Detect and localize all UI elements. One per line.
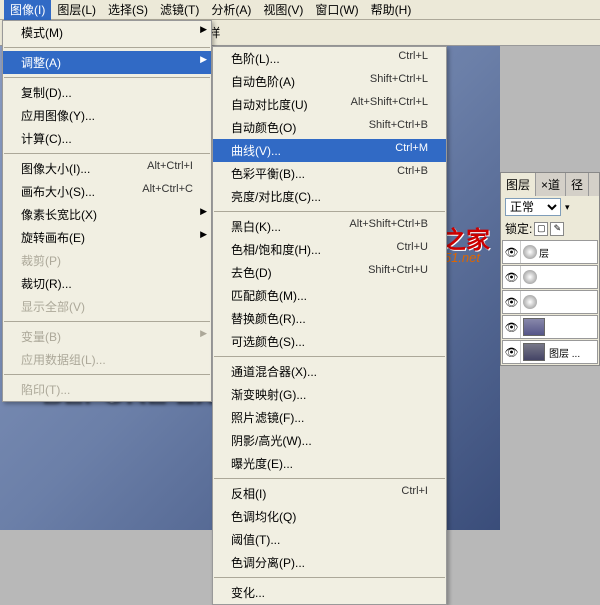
tab-channels[interactable]: ×道: [536, 173, 566, 196]
menu-window[interactable]: 窗口(W): [309, 0, 364, 20]
lock-paint-icon[interactable]: ✎: [550, 222, 564, 236]
image-menu-dropdown: 模式(M)▶ 调整(A)▶ 复制(D)... 应用图像(Y)... 计算(C).…: [2, 20, 212, 402]
menu-shadow-highlight[interactable]: 阴影/高光(W)...: [213, 429, 446, 452]
menu-desaturate[interactable]: 去色(D)Shift+Ctrl+U: [213, 261, 446, 284]
layer-name: 层: [537, 245, 549, 260]
menu-adjustments[interactable]: 调整(A)▶: [3, 51, 211, 74]
blend-mode-select[interactable]: 正常: [505, 198, 561, 216]
visibility-eye-icon[interactable]: 👁: [503, 341, 521, 363]
menu-variables: 变量(B)▶: [3, 325, 211, 348]
visibility-eye-icon[interactable]: 👁: [503, 291, 521, 313]
layer-entry-4[interactable]: 👁: [502, 315, 598, 339]
layer-name-bg: 图层 ...: [547, 345, 580, 360]
menu-apply-image[interactable]: 应用图像(Y)...: [3, 104, 211, 127]
visibility-eye-icon[interactable]: 👁: [503, 266, 521, 288]
menu-rotate-canvas[interactable]: 旋转画布(E)▶: [3, 226, 211, 249]
menu-crop: 裁剪(P): [3, 249, 211, 272]
menu-calculations[interactable]: 计算(C)...: [3, 127, 211, 150]
menu-auto-contrast[interactable]: 自动对比度(U)Alt+Shift+Ctrl+L: [213, 93, 446, 116]
adjustment-layer-icon: [523, 295, 537, 309]
menu-exposure[interactable]: 曝光度(E)...: [213, 452, 446, 475]
menu-auto-levels[interactable]: 自动色阶(A)Shift+Ctrl+L: [213, 70, 446, 93]
menu-brightness-contrast[interactable]: 亮度/对比度(C)...: [213, 185, 446, 208]
lock-transparency-icon[interactable]: ▢: [534, 222, 548, 236]
adjustments-submenu: 色阶(L)...Ctrl+L 自动色阶(A)Shift+Ctrl+L 自动对比度…: [212, 46, 447, 605]
menu-trim[interactable]: 裁切(R)...: [3, 272, 211, 295]
layer-entry-2[interactable]: 👁: [502, 265, 598, 289]
menu-photo-filter[interactable]: 照片滤镜(F)...: [213, 406, 446, 429]
menu-selective-color[interactable]: 可选颜色(S)...: [213, 330, 446, 353]
menu-help[interactable]: 帮助(H): [365, 0, 418, 20]
menu-apply-dataset: 应用数据组(L)...: [3, 348, 211, 371]
menu-mode[interactable]: 模式(M)▶: [3, 21, 211, 44]
layer-thumb: [523, 318, 545, 336]
menu-hue-saturation[interactable]: 色相/饱和度(H)...Ctrl+U: [213, 238, 446, 261]
menu-replace-color[interactable]: 替换颜色(R)...: [213, 307, 446, 330]
menu-match-color[interactable]: 匹配颜色(M)...: [213, 284, 446, 307]
menu-reveal-all: 显示全部(V): [3, 295, 211, 318]
menu-posterize[interactable]: 色调分离(P)...: [213, 551, 446, 574]
menu-view[interactable]: 视图(V): [257, 0, 309, 20]
menu-equalize[interactable]: 色调均化(Q): [213, 505, 446, 528]
opacity-dropdown-icon[interactable]: ▾: [565, 202, 570, 213]
menu-invert[interactable]: 反相(I)Ctrl+I: [213, 482, 446, 505]
menu-levels[interactable]: 色阶(L)...Ctrl+L: [213, 47, 446, 70]
adjustment-layer-icon: [523, 245, 537, 259]
menu-canvas-size[interactable]: 画布大小(S)...Alt+Ctrl+C: [3, 180, 211, 203]
tab-paths[interactable]: 径: [566, 173, 589, 196]
lock-label: 锁定:: [505, 220, 532, 237]
layer-entry-1[interactable]: 👁 层: [502, 240, 598, 264]
menu-trap: 陷印(T)...: [3, 378, 211, 401]
layers-panel: 图层 ×道 径 正常 ▾ 锁定: ▢ ✎ 👁 层 👁 👁 👁 👁 图层 ...: [500, 172, 600, 366]
visibility-eye-icon[interactable]: 👁: [503, 241, 521, 263]
layer-entry-3[interactable]: 👁: [502, 290, 598, 314]
menu-gradient-map[interactable]: 渐变映射(G)...: [213, 383, 446, 406]
menu-channel-mixer[interactable]: 通道混合器(X)...: [213, 360, 446, 383]
menu-pixel-ratio[interactable]: 像素长宽比(X)▶: [3, 203, 211, 226]
menu-layer[interactable]: 图层(L): [51, 0, 102, 20]
menu-select[interactable]: 选择(S): [102, 0, 154, 20]
menu-auto-color[interactable]: 自动颜色(O)Shift+Ctrl+B: [213, 116, 446, 139]
layer-thumb: [523, 343, 545, 361]
tab-layers[interactable]: 图层: [501, 173, 536, 196]
menu-threshold[interactable]: 阈值(T)...: [213, 528, 446, 551]
menu-black-white[interactable]: 黑白(K)...Alt+Shift+Ctrl+B: [213, 215, 446, 238]
menu-analysis[interactable]: 分析(A): [205, 0, 257, 20]
menu-image-size[interactable]: 图像大小(I)...Alt+Ctrl+I: [3, 157, 211, 180]
menu-filter[interactable]: 滤镜(T): [154, 0, 205, 20]
menu-curves[interactable]: 曲线(V)...Ctrl+M: [213, 139, 446, 162]
menu-duplicate[interactable]: 复制(D)...: [3, 81, 211, 104]
layer-entry-bg[interactable]: 👁 图层 ...: [502, 340, 598, 364]
menu-image[interactable]: 图像(I): [4, 0, 51, 20]
visibility-eye-icon[interactable]: 👁: [503, 316, 521, 338]
menubar: 图像(I) 图层(L) 选择(S) 滤镜(T) 分析(A) 视图(V) 窗口(W…: [0, 0, 600, 20]
menu-color-balance[interactable]: 色彩平衡(B)...Ctrl+B: [213, 162, 446, 185]
menu-variations[interactable]: 变化...: [213, 581, 446, 604]
adjustment-layer-icon: [523, 270, 537, 284]
